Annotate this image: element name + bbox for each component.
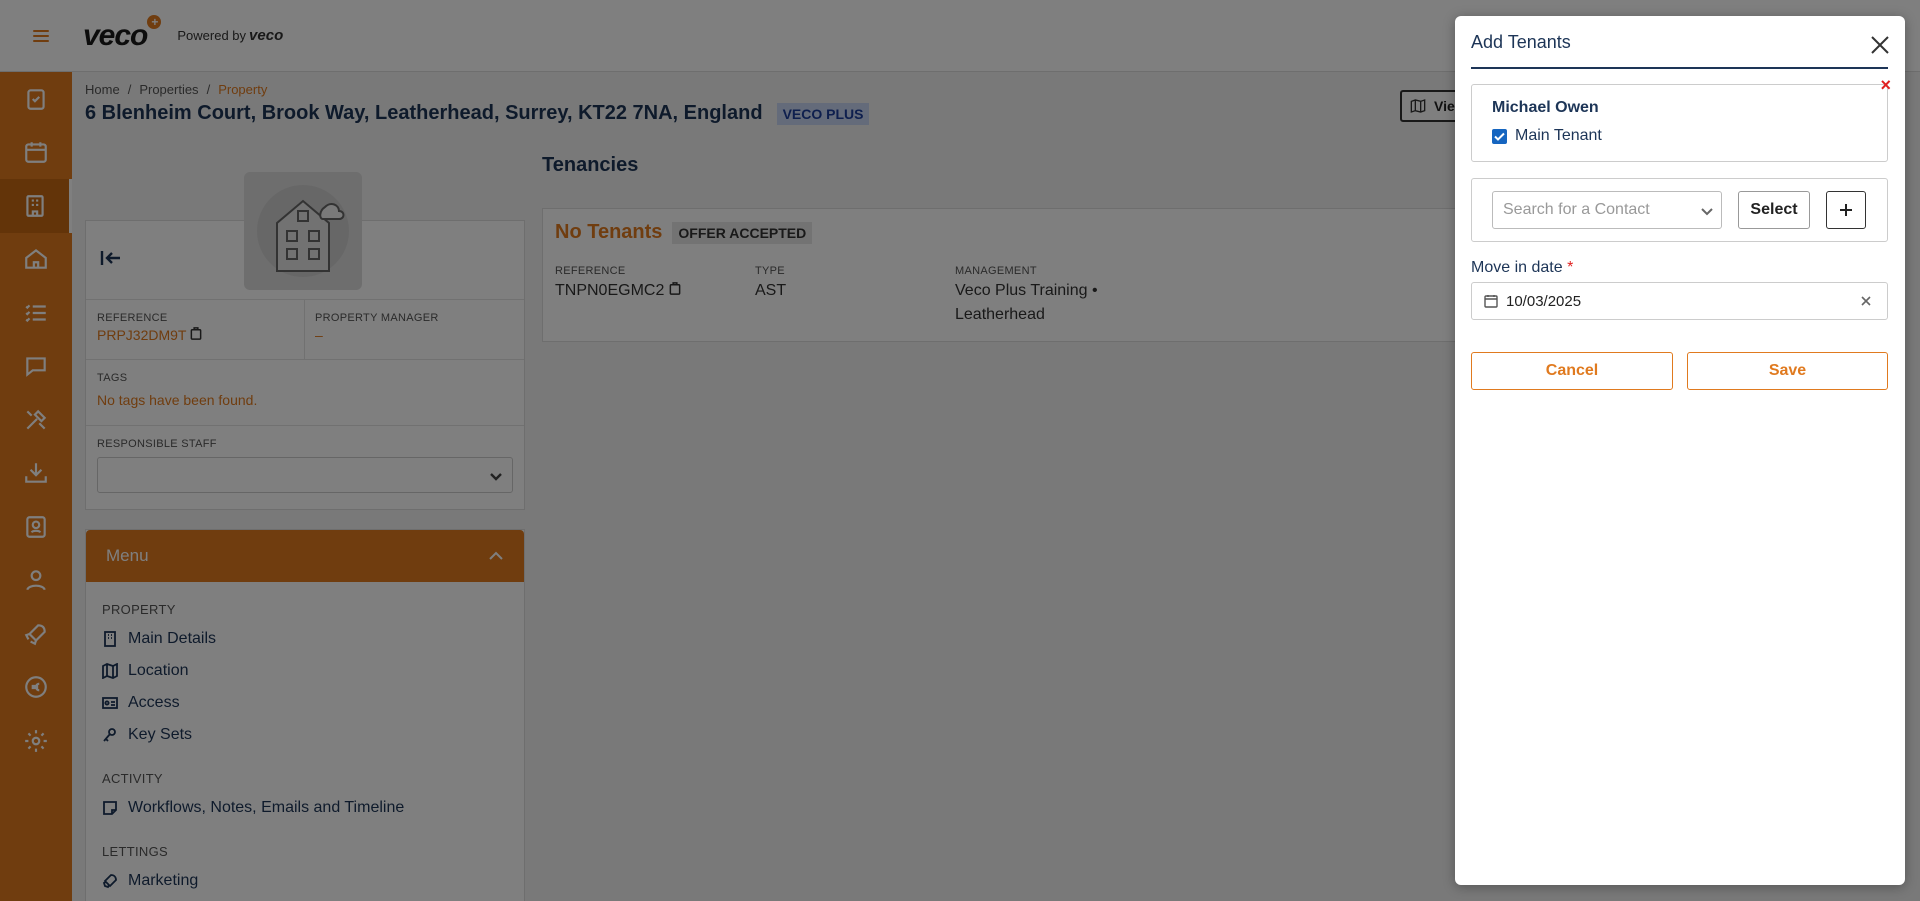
save-button[interactable]: Save: [1687, 352, 1888, 390]
tenant-name: Michael Owen: [1492, 99, 1599, 116]
calendar-icon: [1484, 295, 1498, 308]
dialog-divider: [1471, 67, 1888, 69]
main-tenant-checkbox[interactable]: Main Tenant: [1492, 127, 1602, 145]
add-tenants-dialog: Add Tenants × Michael Owen Main Tenant S…: [1455, 16, 1905, 885]
select-button[interactable]: Select: [1738, 191, 1810, 229]
dialog-title: Add Tenants: [1471, 32, 1571, 52]
remove-tenant-icon[interactable]: ×: [1880, 75, 1891, 96]
contact-search-card: Search for a Contact Select: [1471, 178, 1888, 242]
clear-date-icon[interactable]: [1859, 294, 1873, 308]
close-icon[interactable]: [1869, 34, 1891, 56]
move-in-date-label: Move in date *: [1471, 259, 1574, 276]
search-contact-input[interactable]: Search for a Contact: [1492, 191, 1722, 229]
cancel-button[interactable]: Cancel: [1471, 352, 1673, 390]
chevron-down-icon: [1701, 208, 1713, 216]
add-contact-button[interactable]: [1826, 191, 1866, 229]
plus-icon: [1840, 204, 1852, 216]
checkbox-checked-icon: [1492, 128, 1507, 144]
tenant-entry: × Michael Owen Main Tenant: [1471, 75, 1891, 162]
move-in-date-field[interactable]: 10/03/2025: [1471, 282, 1888, 320]
